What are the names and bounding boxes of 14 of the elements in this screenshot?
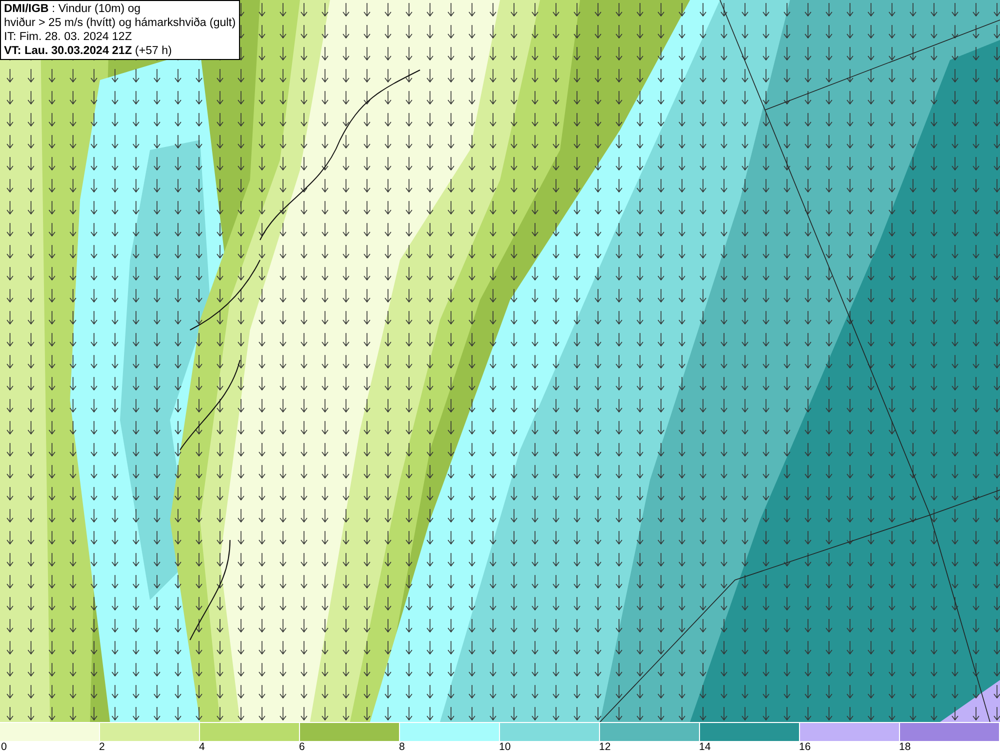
legend-tick-label: 14 [699,741,711,753]
info-text: DMI/IGB : Vindur (10m) og [4,2,142,16]
legend-tick-label: 2 [99,741,105,753]
legend-tick-label: 18 [899,741,911,753]
legend-tick-label: 4 [199,741,205,753]
info-text: VT: Lau. 30.03.2024 21Z (+57 h) [4,44,173,58]
legend-tick-label: 16 [799,741,811,753]
info-text: hviður > 25 m/s (hvítt) og hámarkshviða (gult) [4,16,236,30]
legend-tick-label: 10 [499,741,511,753]
legend-tick-label: 12 [599,741,611,753]
legend-tick-label: 0 [1,741,7,753]
info-text: IT: Fim. 28. 03. 2024 12Z [4,30,133,44]
legend-tick-label: 8 [399,741,405,753]
legend-tick-label: 6 [299,741,305,753]
